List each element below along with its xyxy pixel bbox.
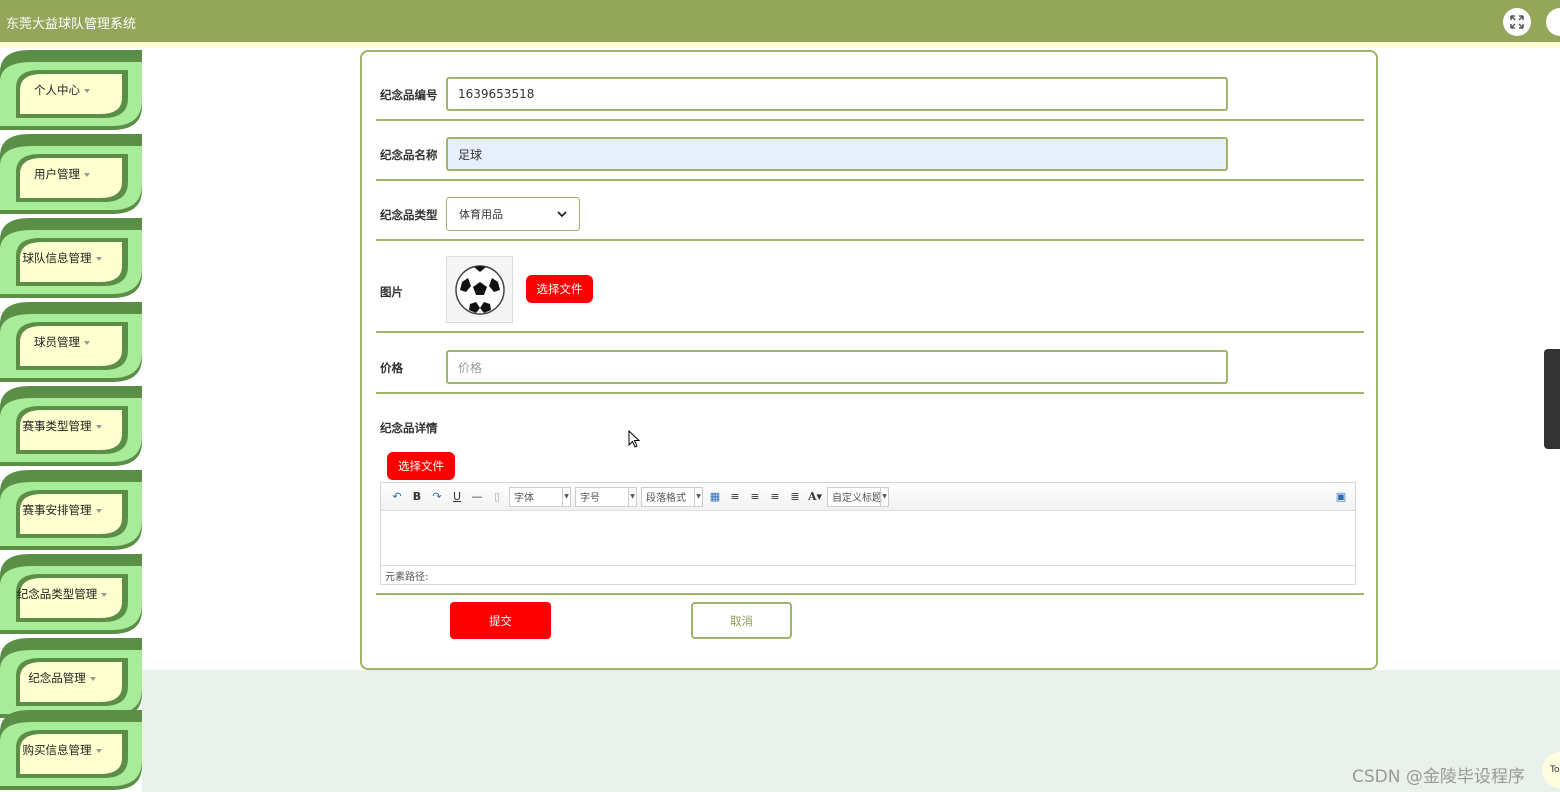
side-drawer-tab[interactable]	[1544, 349, 1560, 449]
sidebar-item-label: 纪念品管理	[28, 671, 86, 685]
page-icon[interactable]: ▯	[487, 487, 507, 507]
editor-toolbar: ↶ B ↷ U — ▯ 字体 ▼ 字号 ▼ 段落格式 ▼ ▦ ≡ ≡ ≡ ≣ A▾ 自…	[381, 483, 1355, 511]
type-select[interactable]: 体育用品	[446, 197, 580, 231]
image-upload-button[interactable]: 选择文件	[526, 275, 593, 303]
code-label: 纪念品编号	[380, 88, 438, 102]
paragraph-label: 段落格式	[646, 493, 686, 504]
detail-upload-button[interactable]: 选择文件	[387, 452, 455, 480]
divider	[376, 593, 1364, 595]
align-left-icon[interactable]: ≡	[725, 487, 745, 507]
bold-icon[interactable]: B	[407, 487, 427, 507]
font-family-select[interactable]: 字体 ▼	[509, 486, 571, 507]
custom-title-label: 自定义标题	[832, 493, 882, 504]
caret-down-icon	[95, 257, 102, 261]
caret-down-icon	[95, 425, 102, 429]
caret-down-icon	[95, 749, 102, 753]
type-select-value: 体育用品	[459, 208, 503, 221]
header-strip	[0, 42, 1560, 48]
font-family-label: 字体	[514, 493, 534, 504]
fullscreen-icon	[1510, 15, 1524, 29]
sidebar-item-label: 球员管理	[34, 335, 80, 349]
submit-button[interactable]: 提交	[450, 602, 551, 639]
caret-down-icon	[84, 89, 90, 93]
divider	[376, 239, 1364, 241]
type-label: 纪念品类型	[380, 208, 438, 222]
horizontal-rule-icon[interactable]: —	[467, 487, 487, 507]
paragraph-select[interactable]: 段落格式 ▼	[641, 486, 703, 507]
caret-down-icon	[84, 173, 90, 177]
sidebar: 个人中心 用户管理 球队信息管理 球员管理 赛事类型管理 赛事安排管理 纪念品类…	[0, 48, 142, 792]
user-avatar-button[interactable]	[1546, 8, 1560, 36]
editor-content-area[interactable]	[381, 512, 1355, 565]
font-size-label: 字号	[580, 493, 600, 504]
divider	[376, 392, 1364, 394]
sidebar-item-label: 纪念品类型管理	[16, 587, 98, 601]
align-center-icon[interactable]: ≡	[765, 487, 785, 507]
cancel-button[interactable]: 取消	[691, 602, 792, 639]
editor-element-path: 元素路径:	[381, 565, 1355, 584]
sidebar-item-user-management[interactable]: 用户管理	[0, 132, 142, 216]
table-icon[interactable]: ▦	[705, 487, 725, 507]
rich-text-editor: ↶ B ↷ U — ▯ 字体 ▼ 字号 ▼ 段落格式 ▼ ▦ ≡ ≡ ≡ ≣ A▾ 自…	[380, 482, 1356, 585]
align-right-icon[interactable]: ≡	[745, 487, 765, 507]
price-label: 价格	[380, 361, 403, 375]
sidebar-item-label: 赛事类型管理	[22, 419, 92, 433]
corner-widget-text: To	[1550, 765, 1560, 775]
redo-icon[interactable]: ↷	[427, 487, 447, 507]
custom-title-select[interactable]: 自定义标题 ▼	[827, 486, 889, 507]
underline-icon[interactable]: U	[447, 487, 467, 507]
content-background	[142, 670, 1560, 792]
app-title: 东莞大益球队管理系统	[6, 17, 137, 32]
souvenir-form: 纪念品编号 1639653518 纪念品名称 足球 纪念品类型 体育用品 图片 …	[360, 50, 1378, 670]
dropdown-arrow-icon: ▼	[628, 487, 636, 506]
watermark: CSDN @金陵毕设程序	[1352, 767, 1525, 787]
code-input[interactable]: 1639653518	[446, 77, 1228, 111]
caret-down-icon	[95, 509, 102, 513]
dropdown-arrow-icon: ▼	[694, 487, 702, 506]
name-label: 纪念品名称	[380, 148, 438, 162]
dropdown-arrow-icon: ▼	[880, 487, 888, 506]
font-color-icon[interactable]: A▾	[805, 487, 825, 507]
sidebar-item-label: 购买信息管理	[22, 743, 92, 757]
caret-down-icon	[84, 341, 90, 345]
dropdown-arrow-icon: ▼	[562, 487, 570, 506]
sidebar-item-label: 赛事安排管理	[22, 503, 92, 517]
image-label: 图片	[380, 285, 403, 299]
sidebar-item-event-type[interactable]: 赛事类型管理	[0, 384, 142, 468]
caret-down-icon	[89, 677, 96, 681]
sidebar-item-personal-center[interactable]: 个人中心	[0, 48, 142, 132]
image-thumbnail	[446, 256, 513, 323]
sidebar-item-team-info[interactable]: 球队信息管理	[0, 216, 142, 300]
sidebar-item-label: 用户管理	[34, 167, 80, 181]
name-input[interactable]: 足球	[446, 137, 1228, 171]
divider	[376, 119, 1364, 121]
sidebar-item-purchase-info[interactable]: 购买信息管理	[0, 708, 142, 792]
soccer-ball-icon	[454, 264, 505, 315]
price-input[interactable]: 价格	[446, 350, 1228, 384]
undo-icon[interactable]: ↶	[387, 487, 407, 507]
detail-label: 纪念品详情	[380, 421, 438, 435]
mouse-cursor-icon	[628, 430, 641, 448]
sidebar-item-event-schedule[interactable]: 赛事安排管理	[0, 468, 142, 552]
sidebar-item-souvenir-type[interactable]: 纪念品类型管理	[0, 552, 142, 636]
chevron-down-icon	[557, 211, 567, 218]
sidebar-item-label: 球队信息管理	[22, 251, 92, 265]
top-header: 东莞大益球队管理系统	[0, 0, 1560, 42]
caret-down-icon	[101, 593, 108, 597]
sidebar-item-player-management[interactable]: 球员管理	[0, 300, 142, 384]
font-size-select[interactable]: 字号 ▼	[575, 486, 637, 507]
divider	[376, 331, 1364, 333]
sidebar-item-label: 个人中心	[34, 83, 80, 97]
align-justify-icon[interactable]: ≣	[785, 487, 805, 507]
divider	[376, 179, 1364, 181]
fullscreen-button[interactable]	[1503, 8, 1531, 36]
fullscreen-editor-icon[interactable]: ▣	[1331, 487, 1351, 507]
